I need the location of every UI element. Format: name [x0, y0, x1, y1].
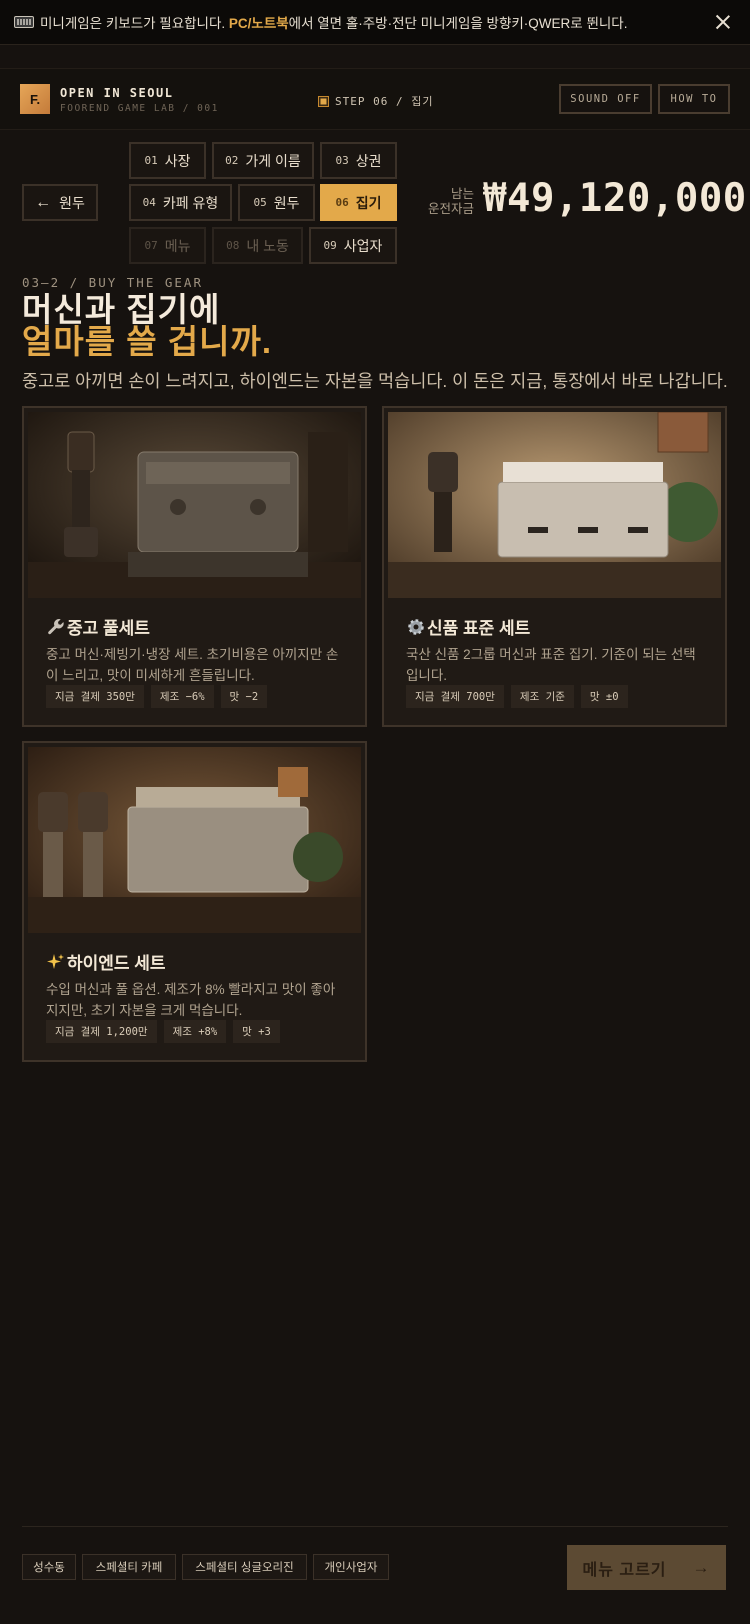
logo: F.	[20, 84, 50, 114]
step-08: 08 내 노동	[212, 227, 303, 264]
option-card-used[interactable]: 중고 풀세트 중고 머신·제빙기·냉장 세트. 초기비용은 아끼지만 손이 느리…	[22, 406, 367, 727]
card-title: 신품 표준 세트	[406, 614, 530, 639]
card-title: 중고 풀세트	[46, 614, 150, 639]
back-button[interactable]: ← 원두	[22, 184, 98, 221]
step-indicator: STEP 06 / 집기	[318, 93, 433, 109]
step-01[interactable]: 01 사장	[129, 142, 206, 179]
gear-icon	[408, 618, 424, 635]
summary-tag-business: 개인사업자	[313, 1554, 389, 1580]
page-lead: 중고로 아끼면 손이 느려지고, 하이엔드는 자본을 먹습니다. 이 돈은 지금…	[22, 371, 728, 391]
summary-tag-beans: 스페셜티 싱글오리진	[182, 1554, 307, 1580]
summary-tag-area: 성수동	[22, 1554, 76, 1580]
section-kicker: 03—2 / BUY THE GEAR	[22, 275, 203, 290]
cost-tag: 지금 결제 1,200만	[46, 1020, 157, 1043]
speed-tag: 제조 −6%	[150, 685, 214, 708]
brand-subtitle: FOOREND GAME LAB / 001	[60, 103, 219, 114]
footer-divider	[22, 1526, 728, 1527]
app-header: F. OPEN IN SEOUL FOOREND GAME LAB / 001 …	[0, 68, 750, 130]
step-07: 07 메뉴	[129, 227, 206, 264]
step-05[interactable]: 05 원두	[238, 184, 315, 221]
summary-tag-cafe-type: 스페셜티 카페	[82, 1554, 176, 1580]
step-09[interactable]: 09 사업자	[309, 227, 397, 264]
step-06[interactable]: 06 집기	[320, 184, 397, 221]
page-title-line2: 얼마를 쓸 겁니까.	[22, 323, 273, 360]
standard-machine-image	[388, 412, 721, 598]
taste-tag: 맛 ±0	[580, 685, 628, 708]
speed-tag: 제조 기준	[510, 685, 574, 708]
speed-tag: 제조 +8%	[163, 1020, 227, 1043]
funds-value: ₩49,120,000	[483, 176, 747, 221]
next-button[interactable]: 메뉴 고르기 →	[567, 1545, 726, 1590]
option-card-standard[interactable]: 신품 표준 세트 국산 신품 2그룹 머신과 표준 집기. 기준이 되는 선택입…	[382, 406, 727, 727]
sparkles-icon	[47, 953, 64, 969]
keyboard-icon	[14, 16, 34, 28]
step-square-icon	[318, 95, 329, 107]
funds-label: 남는 운전자금	[427, 187, 474, 216]
keyboard-notice-bar: 미니게임은 키보드가 필요합니다. PC/노트북에서 열면 홀·주방·전단 미니…	[0, 0, 750, 45]
used-machine-image	[28, 412, 361, 598]
close-icon[interactable]	[712, 11, 734, 33]
how-to-button[interactable]: HOW TO	[658, 84, 730, 114]
cost-tag: 지금 결제 350만	[46, 685, 144, 708]
card-title: 하이엔드 세트	[46, 949, 166, 974]
taste-tag: 맛 −2	[220, 685, 268, 708]
card-description: 수입 머신과 풀 옵션. 제조가 8% 빨라지고 맛이 좋아지지만, 초기 자본…	[46, 982, 336, 1018]
taste-tag: 맛 +3	[233, 1020, 280, 1043]
sound-toggle-button[interactable]: SOUND OFF	[559, 84, 652, 114]
step-04[interactable]: 04 카페 유형	[129, 184, 232, 221]
brand-title: OPEN IN SEOUL	[60, 86, 174, 100]
cost-tag: 지금 결제 700만	[406, 685, 504, 708]
step-03[interactable]: 03 상권	[320, 142, 397, 179]
page-title-line1: 머신과 집기에	[22, 291, 221, 328]
arrow-right-icon: →	[692, 1557, 711, 1577]
card-description: 국산 신품 2그룹 머신과 표준 집기. 기준이 되는 선택입니다.	[406, 647, 696, 683]
highend-machine-image	[28, 747, 361, 933]
step-02[interactable]: 02 가게 이름	[212, 142, 314, 179]
arrow-left-icon: ←	[35, 193, 52, 211]
notice-text: 미니게임은 키보드가 필요합니다. PC/노트북에서 열면 홀·주방·전단 미니…	[40, 16, 628, 31]
option-card-highend[interactable]: 하이엔드 세트 수입 머신과 풀 옵션. 제조가 8% 빨라지고 맛이 좋아지지…	[22, 741, 367, 1062]
wrench-icon	[48, 618, 64, 634]
card-description: 중고 머신·제빙기·냉장 세트. 초기비용은 아끼지만 손이 느리고, 맛이 미…	[46, 647, 339, 683]
